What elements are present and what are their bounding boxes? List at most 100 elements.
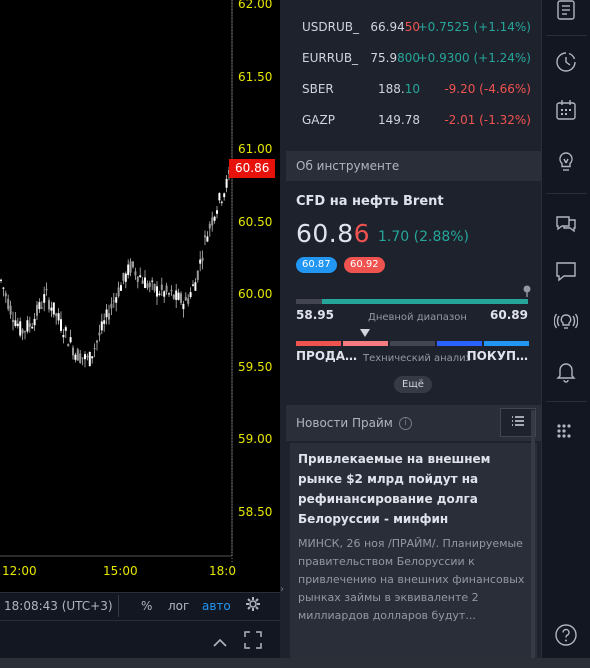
tech-sell-label: ПРОДА… (296, 349, 358, 363)
chevron-up-icon[interactable] (212, 633, 228, 652)
candle-body (220, 201, 223, 203)
time-axis-label: 18:0 (209, 564, 236, 578)
more-button[interactable]: Ещё (394, 376, 432, 393)
candle-body (62, 334, 65, 338)
candle-body (124, 273, 127, 282)
instrument-price: 60.86 (296, 219, 370, 248)
price-axis-label: 61.50 (238, 70, 273, 84)
last-price-main: 149.78 (378, 113, 420, 127)
log-toggle[interactable]: лог (168, 599, 189, 613)
watchlist-change: +0.7525 (+1.14%) (417, 20, 531, 34)
watchlist-row[interactable]: EURRUB_ 75.9800 +0.9300 (+1.24%) (286, 43, 541, 74)
candle-body (201, 257, 204, 261)
news-item[interactable]: Привлекаемые на внешнем рынке $2 млрд по… (290, 443, 537, 658)
fullscreen-icon[interactable] (244, 631, 262, 653)
price-axis-label: 61.00 (238, 142, 273, 156)
candle-body (196, 270, 199, 280)
watchlist-symbol: GAZP (302, 113, 335, 127)
candle-body (141, 280, 144, 284)
candle-body (187, 298, 190, 304)
sidebar-divider (546, 193, 587, 194)
candle-body (16, 323, 19, 327)
price-axis-label: 58.50 (238, 505, 273, 519)
candle-body (98, 332, 101, 336)
candle-body (132, 261, 134, 268)
candle-body (105, 309, 108, 318)
watchlist-symbol: SBER (302, 82, 334, 96)
candle-body (19, 321, 22, 336)
broadcast-icon[interactable] (554, 309, 578, 333)
grid-dots-icon[interactable] (554, 419, 578, 443)
candle-body (194, 282, 197, 291)
tech-rating-segment (437, 341, 482, 346)
chart-pane[interactable]: 62.00 61.50 61.00 60.50 60.00 59.50 59.0… (0, 0, 280, 592)
candle-body (144, 277, 146, 288)
sidebar-divider (546, 401, 587, 402)
candle-body (31, 326, 34, 329)
ask-badge: 60.92 (344, 257, 385, 273)
candle-body (9, 305, 12, 315)
instrument-name: CFD на нефть Brent (296, 194, 444, 209)
candle-body (93, 348, 96, 350)
current-price-tag: 60.86 (229, 159, 275, 178)
candle-body (148, 282, 151, 287)
candle-body (67, 344, 70, 347)
range-marker-icon (523, 285, 531, 297)
tech-rating-segment (343, 341, 388, 346)
candle-body (14, 320, 17, 326)
candle-body (57, 313, 60, 321)
watchlist-row[interactable]: GAZP 149.78 -2.01 (-1.32%) (286, 105, 541, 136)
candle-body (129, 261, 132, 273)
help-icon[interactable] (554, 623, 578, 647)
candle-body (122, 272, 125, 281)
chat-icon[interactable] (554, 211, 578, 235)
watchlist-change: -9.20 (-4.66%) (444, 82, 531, 96)
idea-bulb-icon[interactable] (554, 150, 578, 174)
watchlist-last-price: 66.9450 (370, 12, 420, 43)
news-title[interactable]: Привлекаемые на внешнем рынке $2 млрд по… (298, 449, 530, 529)
chart-bottom-toolbar: 18:08:43 (UTC+3) % лог авто (0, 592, 280, 620)
candle-body (60, 319, 62, 331)
candle-body (216, 210, 218, 214)
candle-body (50, 307, 53, 311)
candle-body (160, 284, 163, 290)
info-icon[interactable]: i (399, 417, 412, 430)
candle-body (81, 357, 84, 359)
price-axis-label: 60.00 (238, 287, 273, 301)
toolbar-divider (118, 595, 119, 617)
last-price-main: 66.94 (370, 20, 405, 34)
instrument-change: 1.70 (2.88%) (378, 229, 470, 245)
candle-body (2, 287, 5, 289)
candle-body (158, 293, 161, 295)
candle-body (36, 304, 38, 316)
candle-body (218, 193, 221, 201)
calendar-icon[interactable] (554, 98, 578, 122)
news-scrollbar[interactable] (531, 410, 535, 660)
news-icon[interactable] (554, 0, 578, 22)
candle-body (120, 285, 122, 291)
watchlist-row[interactable]: SBER 188.10 -9.20 (-4.66%) (286, 74, 541, 105)
watchlist-row[interactable]: USDRUB_ 66.9450 +0.7525 (+1.14%) (286, 12, 541, 43)
bell-icon[interactable] (554, 359, 578, 383)
price-axis-label: 62.00 (238, 0, 273, 11)
candle-body (208, 223, 211, 229)
clock-readout[interactable]: 18:08:43 (UTC+3) (4, 599, 113, 613)
instrument-section-header[interactable]: Об инструменте (286, 151, 541, 181)
percent-toggle[interactable]: % (141, 599, 152, 613)
gear-icon[interactable] (245, 596, 261, 615)
chat-single-icon[interactable] (554, 259, 578, 283)
candle-body (211, 217, 214, 226)
candle-body (175, 290, 178, 300)
clock-icon[interactable] (554, 50, 578, 74)
chevron-right-icon[interactable]: › (280, 584, 284, 595)
candle-body (100, 321, 103, 331)
watchlist-row-partial (286, 0, 541, 6)
candle-body (172, 294, 175, 299)
watchlist-last-price: 188.10 (378, 74, 420, 105)
candle-body (91, 356, 94, 359)
candle-body (76, 349, 79, 361)
auto-toggle[interactable]: авто (202, 599, 231, 613)
candle-body (110, 303, 113, 309)
watchlist-change: +0.9300 (+1.24%) (417, 51, 531, 65)
candle-body (7, 298, 10, 310)
